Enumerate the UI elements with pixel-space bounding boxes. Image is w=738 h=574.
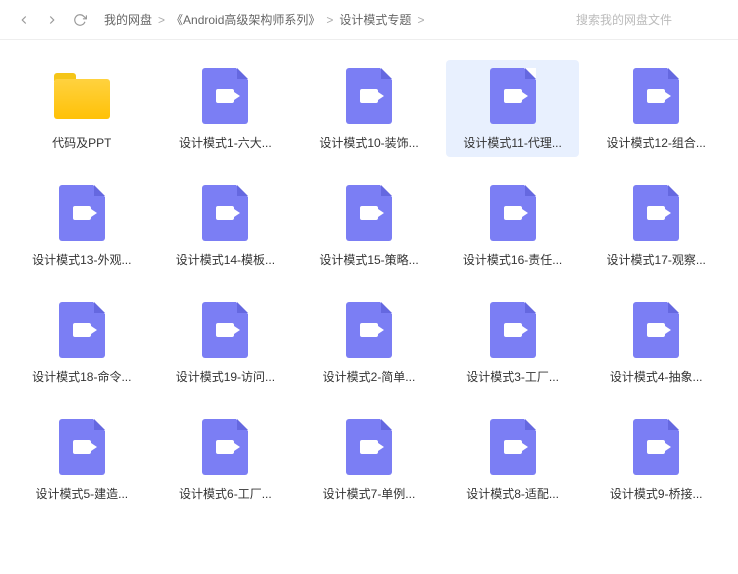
video-item[interactable]: 设计模式19-访问...: [159, 294, 293, 391]
video-file-icon: [59, 302, 105, 358]
video-item[interactable]: 设计模式17-观察...: [589, 177, 723, 274]
video-file-icon: [633, 185, 679, 241]
item-label: 设计模式1-六大...: [179, 134, 272, 151]
camera-icon: [360, 323, 378, 337]
video-file-icon: [346, 302, 392, 358]
video-file-icon: [490, 185, 536, 241]
camera-icon: [216, 206, 234, 220]
breadcrumb-sep: >: [417, 13, 424, 27]
camera-icon: [504, 206, 522, 220]
video-item[interactable]: 设计模式11-代理...: [446, 60, 580, 157]
item-label: 设计模式19-访问...: [176, 368, 275, 385]
breadcrumb-sep: >: [326, 13, 333, 27]
video-file-icon: [633, 419, 679, 475]
breadcrumb: 我的网盘 > 《Android高级架构师系列》 > 设计模式专题 >: [104, 11, 576, 28]
video-item[interactable]: 设计模式6-工厂...: [159, 411, 293, 508]
item-label: 设计模式3-工厂...: [466, 368, 559, 385]
video-item[interactable]: 设计模式15-策略...: [302, 177, 436, 274]
camera-icon: [360, 206, 378, 220]
item-label: 设计模式10-装饰...: [319, 134, 418, 151]
video-item[interactable]: 设计模式13-外观...: [15, 177, 149, 274]
video-item[interactable]: 设计模式9-桥接...: [589, 411, 723, 508]
video-file-icon: [633, 68, 679, 124]
video-file-icon: [346, 419, 392, 475]
item-label: 设计模式9-桥接...: [610, 485, 703, 502]
file-grid: 代码及PPT 设计模式1-六大... 设计模式10-装饰... 设计模式11-代理..…: [0, 40, 738, 528]
camera-icon: [647, 440, 665, 454]
forward-button[interactable]: [40, 8, 64, 32]
chevron-left-icon: [17, 13, 31, 27]
breadcrumb-path2[interactable]: 设计模式专题: [339, 11, 411, 28]
video-item[interactable]: 设计模式10-装饰...: [302, 60, 436, 157]
video-item[interactable]: 设计模式3-工厂...: [446, 294, 580, 391]
video-item[interactable]: 设计模式5-建造...: [15, 411, 149, 508]
camera-icon: [504, 323, 522, 337]
camera-icon: [504, 89, 522, 103]
camera-icon: [360, 89, 378, 103]
toolbar: 我的网盘 > 《Android高级架构师系列》 > 设计模式专题 >: [0, 0, 738, 40]
video-item[interactable]: 设计模式1-六大...: [159, 60, 293, 157]
camera-icon: [73, 323, 91, 337]
camera-icon: [216, 89, 234, 103]
video-file-icon: [202, 419, 248, 475]
item-label: 设计模式15-策略...: [319, 251, 418, 268]
video-item[interactable]: 设计模式12-组合...: [589, 60, 723, 157]
camera-icon: [216, 323, 234, 337]
video-item[interactable]: 设计模式7-单例...: [302, 411, 436, 508]
video-file-icon: [59, 419, 105, 475]
search-input[interactable]: [576, 8, 726, 32]
item-label: 设计模式13-外观...: [32, 251, 131, 268]
folder-icon: [54, 73, 110, 119]
video-item[interactable]: 设计模式4-抽象...: [589, 294, 723, 391]
camera-icon: [647, 89, 665, 103]
item-label: 设计模式8-适配...: [466, 485, 559, 502]
camera-icon: [647, 206, 665, 220]
item-label: 设计模式11-代理...: [463, 134, 561, 151]
video-file-icon: [202, 302, 248, 358]
refresh-button[interactable]: [68, 8, 92, 32]
video-item[interactable]: 设计模式14-模板...: [159, 177, 293, 274]
item-label: 设计模式18-命令...: [32, 368, 131, 385]
item-label: 设计模式5-建造...: [35, 485, 128, 502]
video-file-icon: [59, 185, 105, 241]
camera-icon: [360, 440, 378, 454]
breadcrumb-root[interactable]: 我的网盘: [104, 11, 152, 28]
video-item[interactable]: 设计模式16-责任...: [446, 177, 580, 274]
item-label: 设计模式2-简单...: [323, 368, 416, 385]
item-label: 设计模式16-责任...: [463, 251, 562, 268]
video-item[interactable]: 设计模式18-命令...: [15, 294, 149, 391]
video-file-icon: [202, 185, 248, 241]
video-item[interactable]: 设计模式8-适配...: [446, 411, 580, 508]
camera-icon: [504, 440, 522, 454]
video-file-icon: [346, 185, 392, 241]
item-label: 设计模式4-抽象...: [610, 368, 703, 385]
camera-icon: [647, 323, 665, 337]
camera-icon: [73, 206, 91, 220]
camera-icon: [73, 440, 91, 454]
video-item[interactable]: 设计模式2-简单...: [302, 294, 436, 391]
item-label: 设计模式14-模板...: [176, 251, 275, 268]
refresh-icon: [73, 13, 87, 27]
chevron-right-icon: [45, 13, 59, 27]
camera-icon: [216, 440, 234, 454]
item-label: 设计模式12-组合...: [607, 134, 706, 151]
item-label: 设计模式6-工厂...: [179, 485, 272, 502]
breadcrumb-path1[interactable]: 《Android高级架构师系列》: [171, 11, 320, 28]
video-file-icon: [346, 68, 392, 124]
video-file-icon: [202, 68, 248, 124]
item-label: 代码及PPT: [52, 134, 111, 151]
video-file-icon: [490, 419, 536, 475]
breadcrumb-sep: >: [158, 13, 165, 27]
video-file-icon: [490, 68, 536, 124]
video-file-icon: [490, 302, 536, 358]
back-button[interactable]: [12, 8, 36, 32]
item-label: 设计模式7-单例...: [323, 485, 416, 502]
folder-item[interactable]: 代码及PPT: [15, 60, 149, 157]
video-file-icon: [633, 302, 679, 358]
item-label: 设计模式17-观察...: [607, 251, 706, 268]
